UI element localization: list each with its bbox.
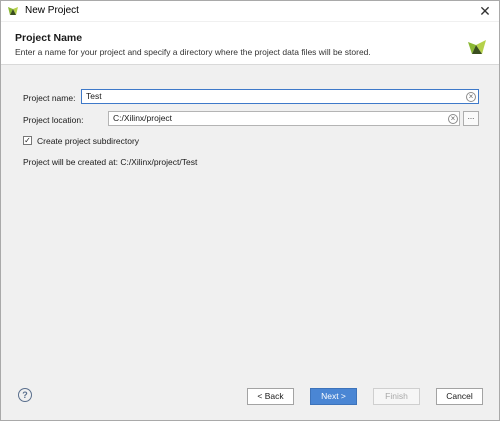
page-header: Project Name Enter a name for your proje… (1, 22, 499, 65)
close-icon[interactable]: ✕ (477, 3, 493, 19)
next-button[interactable]: Next > (310, 388, 357, 405)
form-area: Project name: Test × Project location: C… (1, 65, 499, 371)
title-bar: New Project ✕ (1, 1, 499, 21)
check-icon: ✓ (24, 136, 31, 145)
create-subdirectory-label: Create project subdirectory (37, 136, 140, 146)
page-title: Project Name (15, 32, 83, 44)
create-subdirectory-checkbox[interactable]: ✓ (23, 136, 32, 145)
vivado-logo-icon (468, 40, 486, 54)
finish-button[interactable]: Finish (373, 388, 420, 405)
project-name-value: Test (86, 91, 102, 101)
new-project-dialog: New Project ✕ Project Name Enter a name … (0, 0, 500, 421)
help-button[interactable]: ? (18, 388, 32, 402)
dialog-footer: ? < Back Next > Finish Cancel (1, 372, 499, 420)
vivado-logo-icon (8, 7, 18, 15)
cancel-button[interactable]: Cancel (436, 388, 483, 405)
project-location-value: C:/Xilinx/project (113, 113, 173, 123)
page-description: Enter a name for your project and specif… (15, 47, 371, 57)
clear-icon[interactable]: × (448, 113, 458, 124)
project-created-at-text: Project will be created at: C:/Xilinx/pr… (23, 157, 198, 167)
project-location-label: Project location: (23, 115, 84, 125)
back-button[interactable]: < Back (247, 388, 294, 405)
project-name-label: Project name: (23, 93, 76, 103)
project-location-input[interactable]: C:/Xilinx/project (108, 111, 460, 126)
clear-icon[interactable]: × (466, 91, 476, 102)
browse-button[interactable]: ... (463, 111, 479, 126)
project-name-input[interactable]: Test (81, 89, 479, 104)
window-title: New Project (25, 5, 79, 16)
